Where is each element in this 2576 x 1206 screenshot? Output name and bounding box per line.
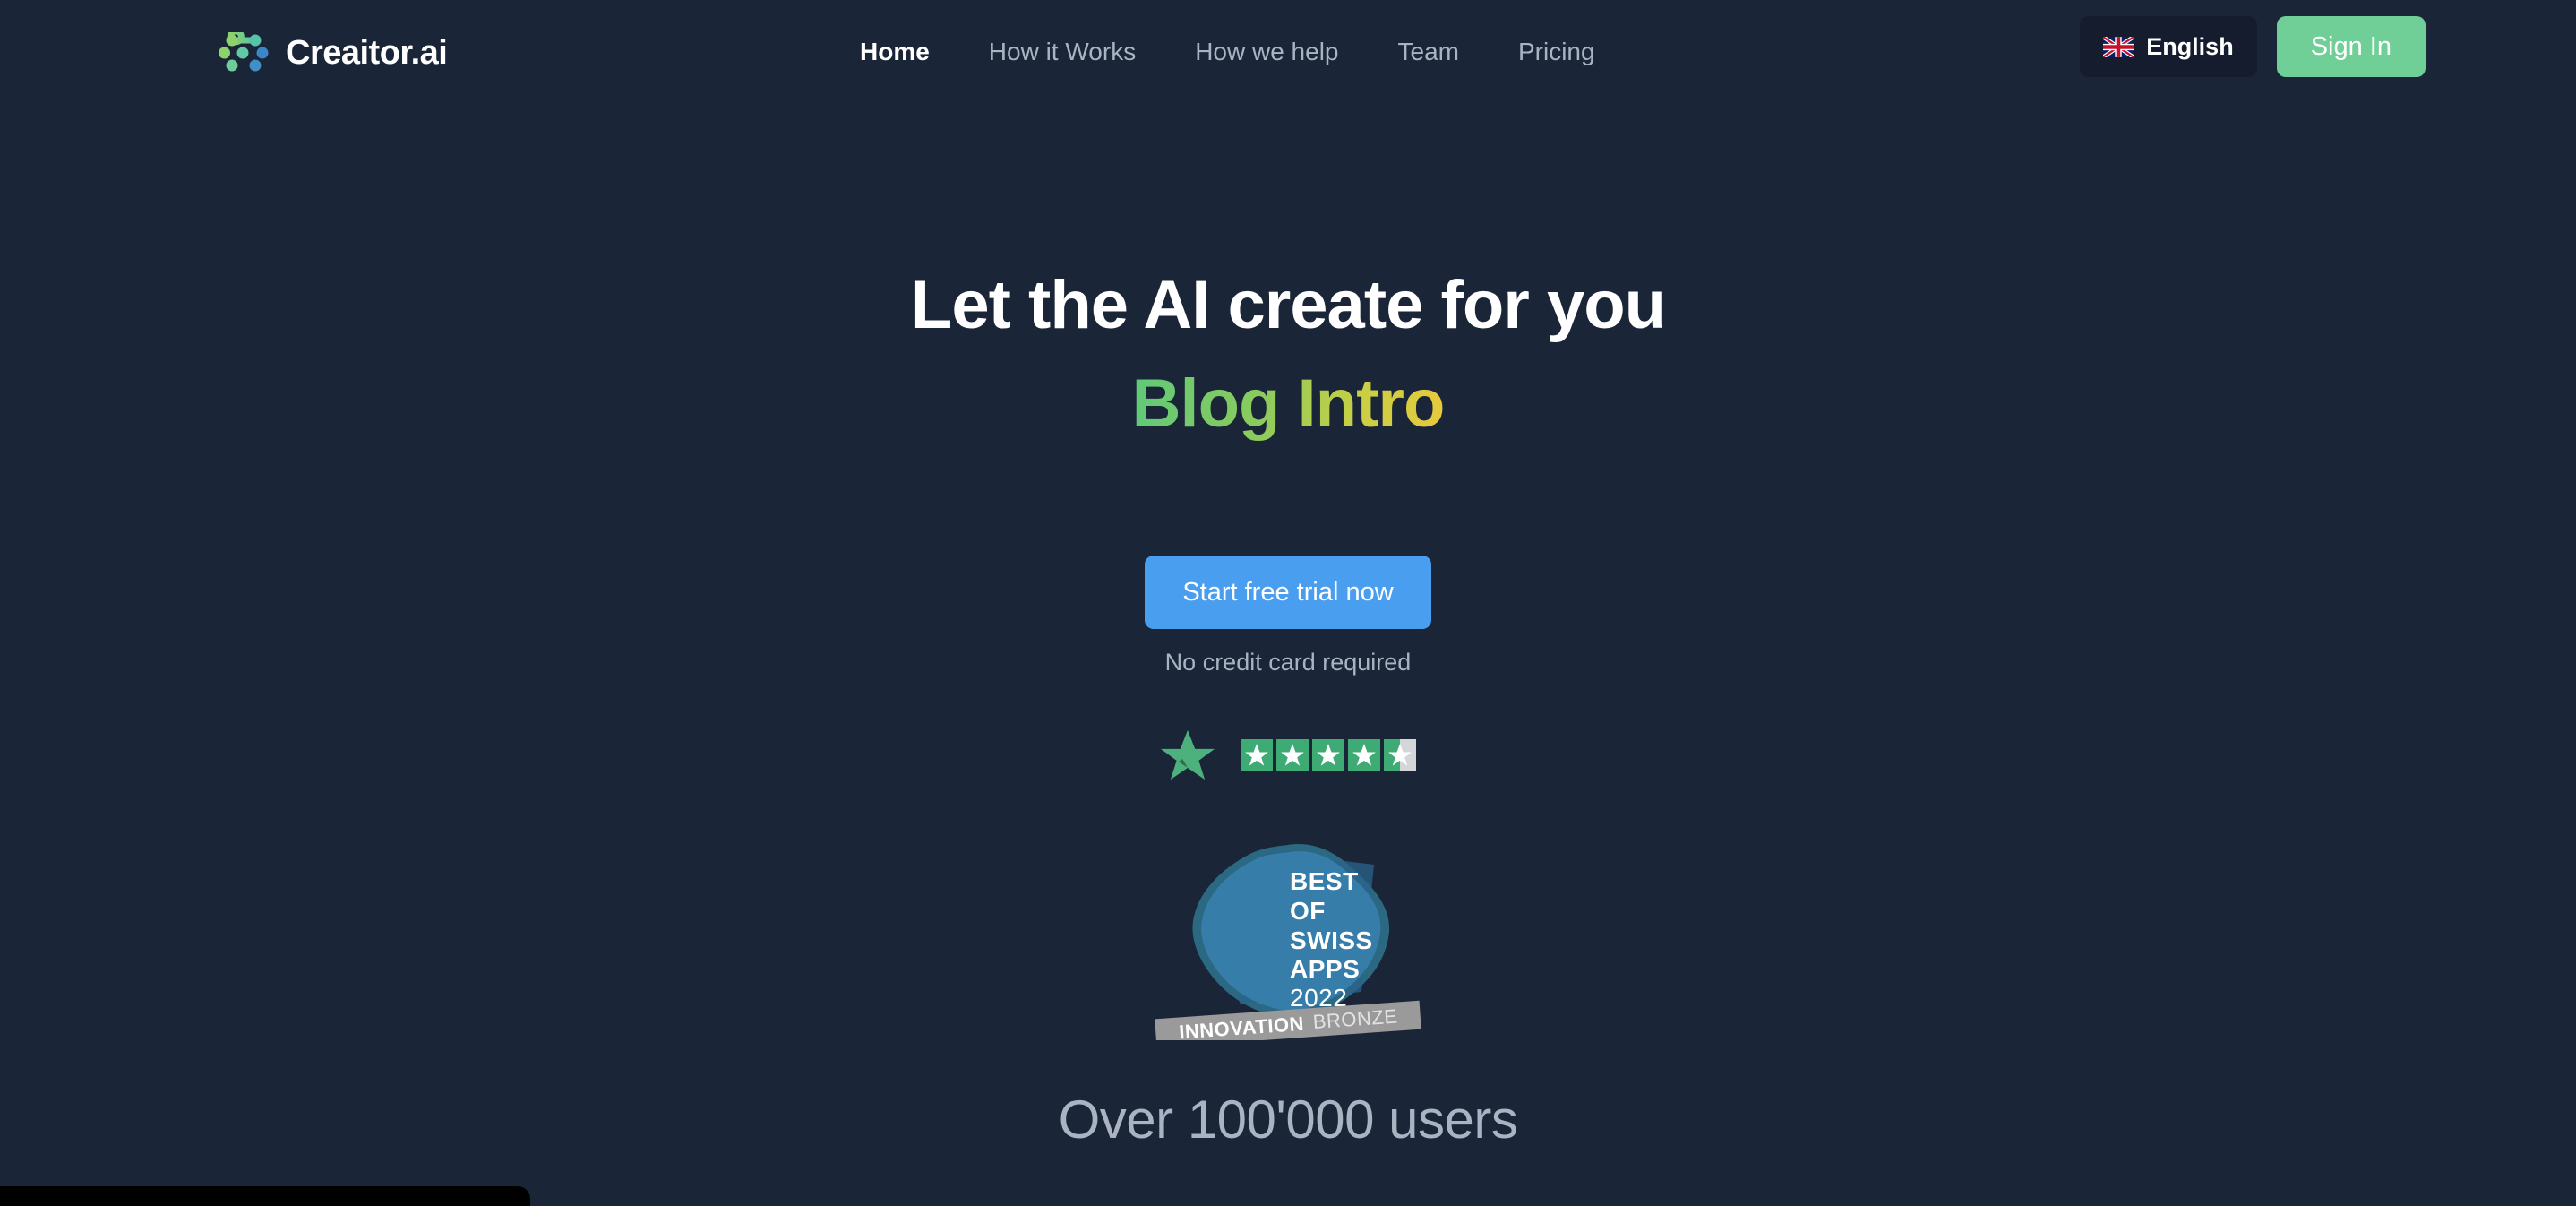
star-filled-1 [1241, 739, 1273, 772]
nav-actions: English Sign In [2080, 16, 2426, 77]
star-filled-2 [1276, 739, 1309, 772]
star-filled-3 [1312, 739, 1344, 772]
trustpilot-rating[interactable] [1160, 728, 1416, 782]
language-selector-button[interactable]: English [2080, 16, 2257, 77]
nav-link-how-we-help[interactable]: How we help [1195, 32, 1338, 72]
star-half-5 [1384, 739, 1416, 772]
users-count-text: Over 100'000 users [1058, 1090, 1518, 1150]
creaitor-dots-logo-icon [219, 32, 271, 73]
badge-line-2: OF [1290, 897, 1326, 925]
uk-flag-icon [2103, 36, 2134, 57]
star-filled-4 [1348, 739, 1380, 772]
page-title: Let the AI create for you [910, 267, 1666, 343]
nav-link-how-it-works[interactable]: How it Works [989, 32, 1136, 72]
brand-name: Creaitor.ai [286, 34, 448, 72]
nav-link-pricing[interactable]: Pricing [1518, 32, 1595, 72]
award-badge: BEST OF SWISS APPS 2022 INNOVATION BRONZ… [1154, 834, 1422, 1041]
top-navigation-bar: Creaitor.ai Home How it Works How we hel… [0, 0, 2576, 108]
primary-nav-links: Home How it Works How we help Team Prici… [860, 32, 1595, 72]
hero-section: Let the AI create for you Blog Intro Sta… [0, 108, 2576, 1150]
brand-logo[interactable]: Creaitor.ai [219, 25, 448, 81]
badge-line-4: APPS [1290, 955, 1360, 983]
cta-note: No credit card required [1164, 649, 1412, 676]
nav-link-team[interactable]: Team [1398, 32, 1459, 72]
badge-line-1: BEST [1290, 867, 1359, 895]
trustpilot-stars [1241, 739, 1416, 772]
badge-line-3: SWISS [1290, 926, 1373, 954]
trustpilot-star-icon [1160, 728, 1215, 782]
browser-status-bar [0, 1186, 530, 1206]
start-free-trial-button[interactable]: Start free trial now [1145, 556, 1431, 630]
nav-link-home[interactable]: Home [860, 32, 930, 72]
language-label: English [2146, 32, 2234, 60]
sign-in-button[interactable]: Sign In [2276, 16, 2426, 77]
hero-subtitle: Blog Intro [1131, 366, 1446, 443]
